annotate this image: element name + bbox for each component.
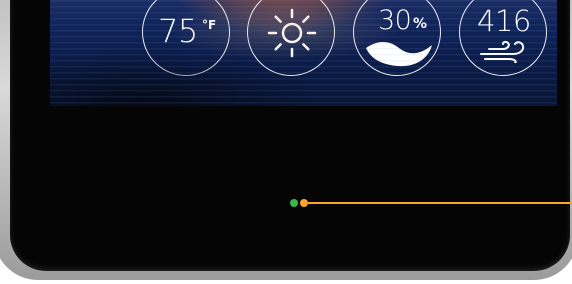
humidity-widget[interactable]: 30 % xyxy=(353,0,441,76)
wind-widget[interactable]: 416 xyxy=(459,0,547,76)
humidity-value: 30 xyxy=(378,5,412,36)
humidity-unit: % xyxy=(413,16,428,32)
wind-icon xyxy=(480,40,525,63)
right-indicator-dot xyxy=(300,199,308,207)
temperature-unit: °F xyxy=(202,18,217,32)
sun-icon xyxy=(267,8,317,58)
left-indicator-dot xyxy=(290,199,298,207)
condition-widget[interactable] xyxy=(247,0,335,76)
weather-background-photo: 75 °F 30 % 416 xyxy=(50,0,557,106)
phone-face: 75 °F 30 % 416 xyxy=(10,0,570,271)
orange-progress-line xyxy=(308,202,572,204)
wind-value: 416 xyxy=(477,4,531,38)
temperature-value: 75 xyxy=(158,12,198,50)
humidity-wave-icon xyxy=(366,42,432,67)
device-screenshot: 75 °F 30 % 416 xyxy=(0,0,572,284)
temperature-widget[interactable]: 75 °F xyxy=(142,0,230,76)
